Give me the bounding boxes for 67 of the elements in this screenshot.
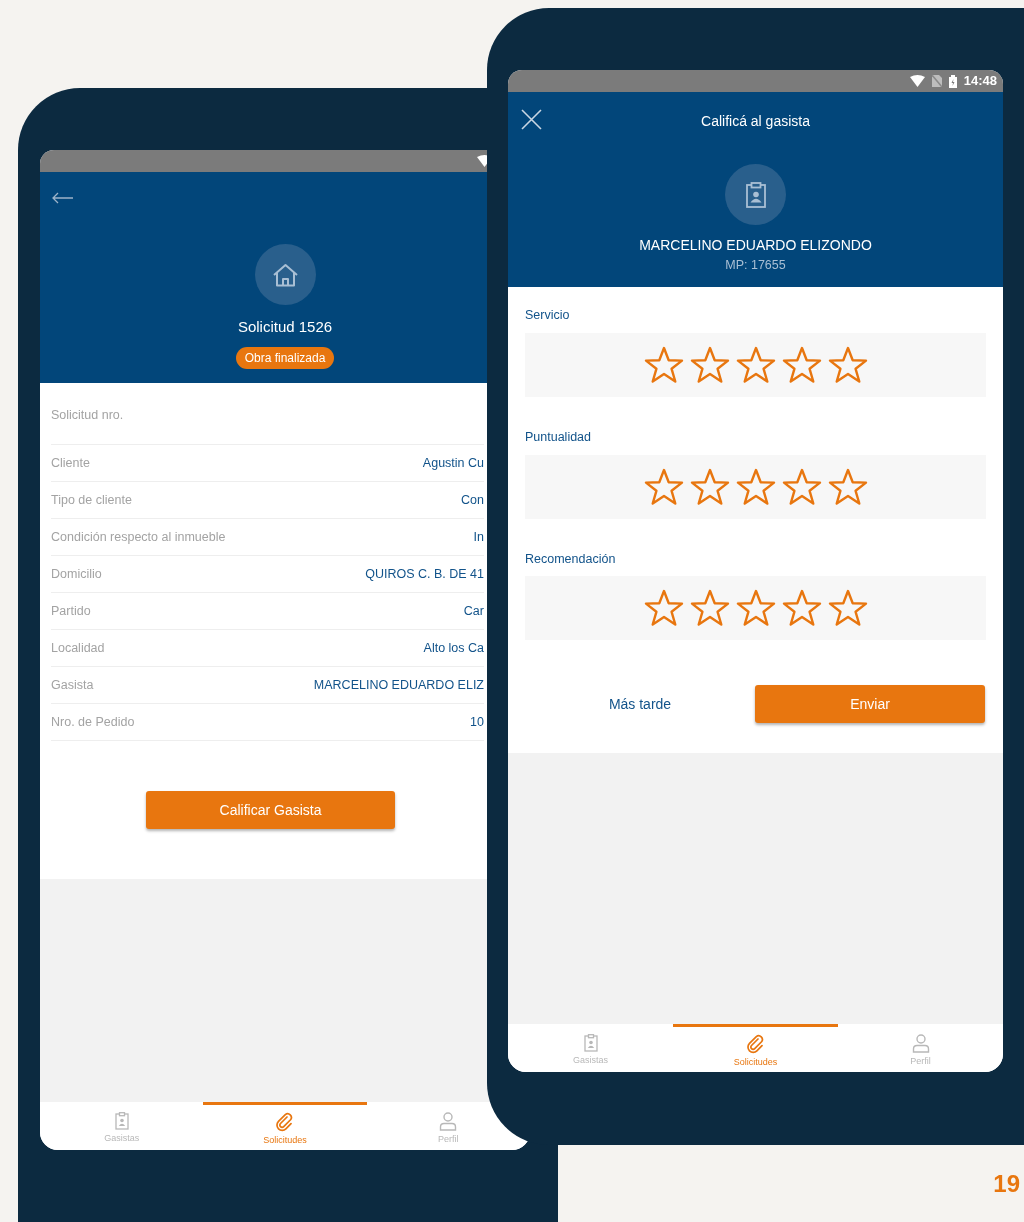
detail-label: Domicilio	[51, 565, 102, 583]
rating-label: Puntualidad	[525, 428, 593, 446]
star-rating[interactable]	[525, 576, 986, 641]
detail-label: Gasista	[51, 676, 94, 694]
detail-value: MARCELINO EDUARDO ELIZ	[313, 676, 484, 694]
battery-icon	[948, 74, 957, 88]
send-button[interactable]: Enviar	[755, 685, 985, 724]
detail-label: Partido	[51, 602, 91, 620]
star-icon[interactable]	[689, 345, 730, 384]
detail-value: 10	[470, 713, 484, 731]
wifi-icon	[909, 75, 925, 87]
later-button[interactable]: Más tarde	[525, 685, 755, 724]
nav-tab[interactable]: Solicitudes	[722, 1027, 789, 1072]
badge-icon	[583, 1034, 598, 1052]
nav-tab[interactable]: Perfil	[415, 1105, 482, 1150]
detail-label: Cliente	[51, 454, 90, 472]
screen-title: Calificá al gasista	[701, 112, 810, 131]
star-rating[interactable]	[525, 454, 986, 519]
star-icon[interactable]	[827, 589, 868, 628]
detail-label: Condición respecto al inmueble	[51, 528, 226, 546]
technician-name: MARCELINO EDUARDO ELIZONDO	[639, 236, 872, 255]
person-icon	[911, 1034, 930, 1053]
star-icon[interactable]	[643, 589, 684, 628]
status-badge: Obra finalizada	[235, 346, 335, 369]
close-icon[interactable]	[521, 109, 542, 130]
rate-button[interactable]: Calificar Gasista	[146, 791, 395, 829]
star-icon[interactable]	[781, 467, 822, 506]
nav-tab[interactable]: Gasistas	[88, 1105, 155, 1150]
star-icon[interactable]	[827, 467, 868, 506]
person-icon	[439, 1112, 458, 1131]
badge-icon	[744, 181, 767, 208]
star-icon[interactable]	[781, 345, 822, 384]
detail-label: Nro. de Pedido	[51, 713, 135, 731]
star-rating[interactable]	[525, 332, 986, 397]
detail-value: Alto los Ca	[423, 639, 484, 657]
license-number: MP: 17655	[725, 257, 786, 274]
rating-label: Recomendación	[525, 550, 617, 568]
star-icon[interactable]	[735, 345, 776, 384]
detail-value: Con	[461, 491, 484, 509]
detail-label: Solicitud nro.	[51, 407, 124, 425]
detail-label: Tipo de cliente	[51, 491, 132, 509]
star-icon[interactable]	[689, 467, 730, 506]
house-icon	[271, 262, 299, 287]
star-icon[interactable]	[781, 589, 822, 628]
star-icon[interactable]	[689, 589, 730, 628]
back-arrow-icon[interactable]	[52, 192, 73, 204]
star-icon[interactable]	[643, 345, 684, 384]
paperclip-icon	[745, 1034, 766, 1054]
star-icon[interactable]	[735, 467, 776, 506]
rating-label: Servicio	[525, 307, 571, 324]
detail-value: Agustin Cu	[422, 454, 484, 472]
detail-value: In	[473, 528, 484, 546]
badge-icon	[114, 1112, 129, 1130]
star-icon[interactable]	[735, 589, 776, 628]
page-number: 19	[993, 1169, 1020, 1199]
nav-tab[interactable]: Perfil	[887, 1027, 954, 1072]
detail-label: Localidad	[51, 639, 105, 657]
request-title: Solicitud 1526	[237, 317, 333, 337]
detail-value: Car	[463, 602, 484, 620]
detail-value: QUIROS C. B. DE 41	[365, 565, 484, 583]
no-sim-icon	[931, 75, 942, 87]
paperclip-icon	[275, 1112, 295, 1132]
status-time: 14:48	[963, 72, 997, 91]
nav-tab[interactable]: Gasistas	[557, 1027, 624, 1072]
star-icon[interactable]	[643, 467, 684, 506]
star-icon[interactable]	[827, 345, 868, 384]
nav-tab[interactable]: Solicitudes	[252, 1105, 318, 1150]
